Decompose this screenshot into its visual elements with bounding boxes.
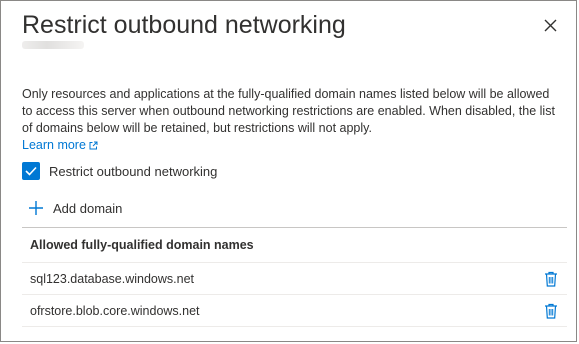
add-domain-button[interactable]: Add domain — [28, 200, 122, 216]
checkmark-icon — [25, 166, 37, 176]
domain-name: ofrstore.blob.core.windows.net — [30, 303, 200, 318]
learn-more-label: Learn more — [22, 138, 86, 152]
close-button[interactable] — [538, 13, 562, 37]
delete-domain-button[interactable] — [541, 301, 561, 321]
restrict-outbound-checkbox-row[interactable]: Restrict outbound networking — [22, 162, 217, 180]
delete-domain-button[interactable] — [541, 269, 561, 289]
table-header-label: Allowed fully-qualified domain names — [30, 238, 254, 252]
add-domain-label: Add domain — [53, 200, 123, 216]
panel-subtitle-redacted — [22, 41, 84, 49]
plus-icon — [29, 201, 43, 215]
restrict-outbound-panel: Restrict outbound networking Only resour… — [0, 0, 577, 342]
trash-icon — [545, 271, 557, 287]
restrict-outbound-checkbox[interactable] — [22, 162, 40, 180]
external-link-icon — [89, 141, 98, 150]
close-icon — [544, 19, 556, 31]
table-row: ofrstore.blob.core.windows.net — [22, 295, 567, 327]
description-text: Only resources and applications at the f… — [22, 87, 555, 135]
table-header: Allowed fully-qualified domain names — [22, 227, 567, 263]
learn-more-link[interactable]: Learn more — [22, 137, 98, 154]
domains-table: Allowed fully-qualified domain names sql… — [22, 227, 567, 327]
trash-icon — [545, 303, 557, 319]
restrict-outbound-checkbox-label: Restrict outbound networking — [49, 163, 218, 179]
table-row: sql123.database.windows.net — [22, 263, 567, 295]
domain-name: sql123.database.windows.net — [30, 271, 195, 286]
panel-title: Restrict outbound networking — [22, 11, 346, 39]
